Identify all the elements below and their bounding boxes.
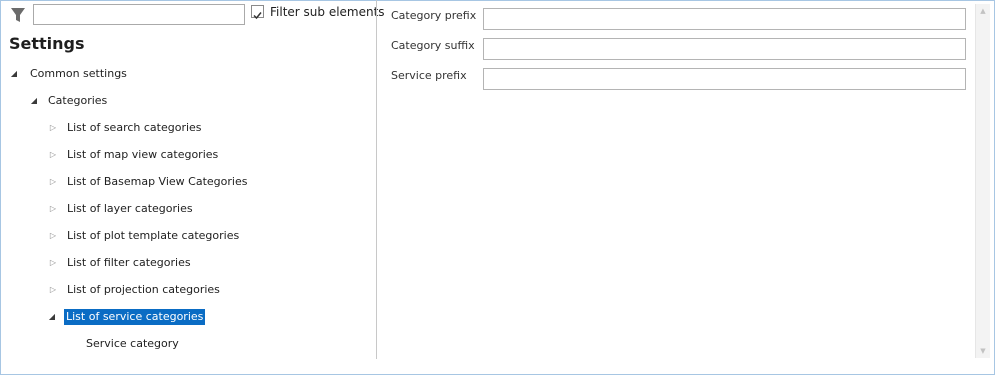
filter-sub-elements-checkbox[interactable] — [251, 5, 264, 20]
filter-funnel-icon[interactable] — [10, 6, 26, 24]
collapsed-arrow-icon[interactable]: ▷ — [48, 145, 58, 165]
service-prefix-label: Service prefix — [391, 69, 467, 82]
page-title: Settings — [9, 34, 85, 53]
tree-item-label[interactable]: List of search categories — [65, 120, 204, 136]
category-suffix-label: Category suffix — [391, 39, 475, 52]
tree-item-label[interactable]: List of projection categories — [65, 282, 222, 298]
service-prefix-input[interactable] — [483, 68, 966, 90]
tree-item-label-selected[interactable]: List of service categories — [64, 309, 206, 325]
tree-item-label[interactable]: List of Basemap View Categories — [65, 174, 249, 190]
collapsed-arrow-icon[interactable]: ▷ — [48, 118, 58, 138]
vertical-scrollbar[interactable]: ▲ ▼ — [975, 4, 990, 358]
tree-item-label[interactable]: Service category — [84, 336, 181, 352]
tree-item-label[interactable]: List of filter categories — [65, 255, 193, 271]
collapsed-arrow-icon[interactable]: ▷ — [48, 280, 58, 300]
tree-node-label[interactable]: Common settings — [28, 66, 129, 82]
panel-divider[interactable] — [376, 0, 377, 359]
tree-item-label[interactable]: List of layer categories — [65, 201, 195, 217]
scroll-down-icon[interactable]: ▼ — [976, 344, 990, 358]
search-input[interactable] — [33, 4, 245, 25]
scroll-up-icon[interactable]: ▲ — [976, 4, 990, 18]
tree-item-label[interactable]: List of map view categories — [65, 147, 220, 163]
filter-sub-elements-label[interactable]: Filter sub elements — [270, 4, 385, 20]
category-prefix-input[interactable] — [483, 8, 966, 30]
expanded-arrow-icon[interactable]: ◢ — [29, 91, 39, 111]
category-prefix-label: Category prefix — [391, 9, 477, 22]
category-suffix-input[interactable] — [483, 38, 966, 60]
collapsed-arrow-icon[interactable]: ▷ — [48, 253, 58, 273]
expanded-arrow-icon[interactable]: ◢ — [9, 64, 19, 84]
expanded-arrow-icon[interactable]: ◢ — [47, 307, 57, 327]
checkmark-icon — [253, 12, 262, 20]
collapsed-arrow-icon[interactable]: ▷ — [48, 226, 58, 246]
collapsed-arrow-icon[interactable]: ▷ — [48, 199, 58, 219]
tree-node-label[interactable]: Categories — [46, 93, 109, 109]
collapsed-arrow-icon[interactable]: ▷ — [48, 172, 58, 192]
tree-item-label[interactable]: List of plot template categories — [65, 228, 241, 244]
